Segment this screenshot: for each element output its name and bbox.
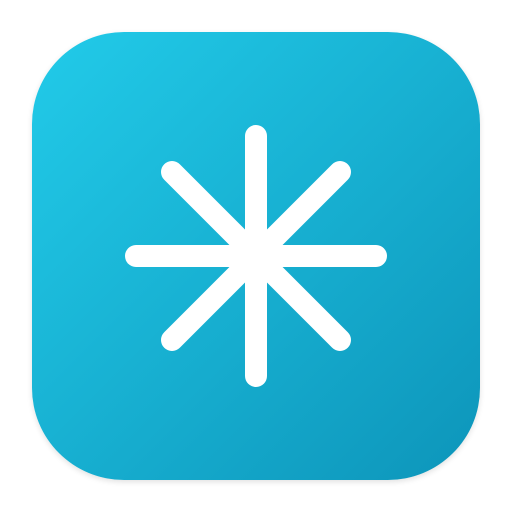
asterisk-icon <box>32 32 480 480</box>
app-icon-tile[interactable] <box>32 32 480 480</box>
screen <box>0 0 512 512</box>
